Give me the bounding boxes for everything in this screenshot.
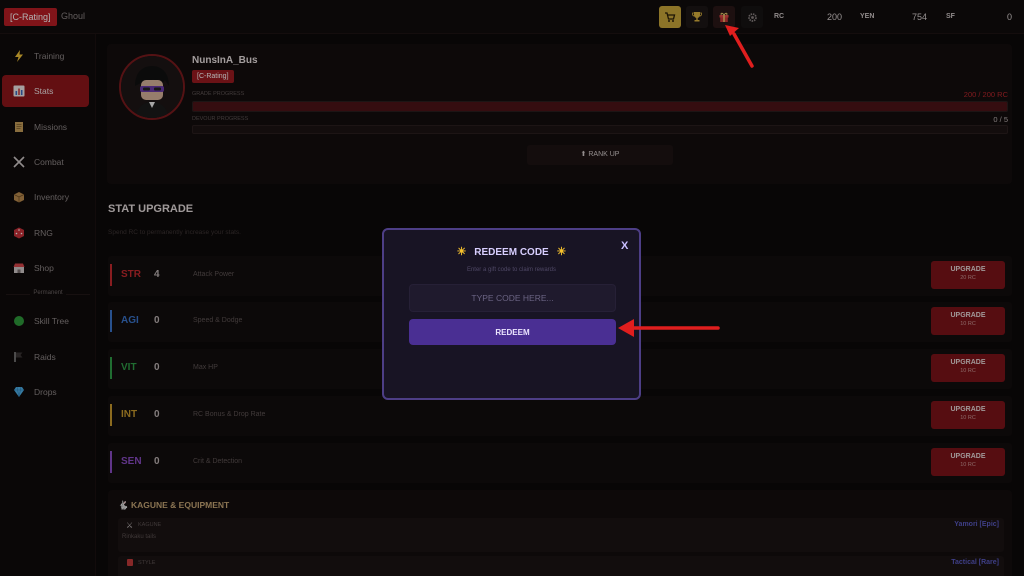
redeem-title: ☀ REDEEM CODE ☀ xyxy=(456,246,567,258)
redeem-button[interactable]: REDEEM xyxy=(409,319,616,345)
arrow-annotation-gift xyxy=(725,25,754,68)
sparkle-icon: ☀ xyxy=(556,246,567,258)
close-button[interactable]: X xyxy=(621,240,628,252)
arrow-annotation-redeem xyxy=(618,319,720,337)
sparkle-icon: ☀ xyxy=(456,246,467,258)
redeem-code-modal: ☀ REDEEM CODE ☀ X Enter a gift code to c… xyxy=(382,228,641,400)
game-window: [C-Rating] Ghoul RC 200 YEN 754 SF 0 Tra… xyxy=(0,0,1024,576)
code-input[interactable] xyxy=(409,284,616,312)
redeem-subtitle: Enter a gift code to claim rewards xyxy=(466,267,557,273)
